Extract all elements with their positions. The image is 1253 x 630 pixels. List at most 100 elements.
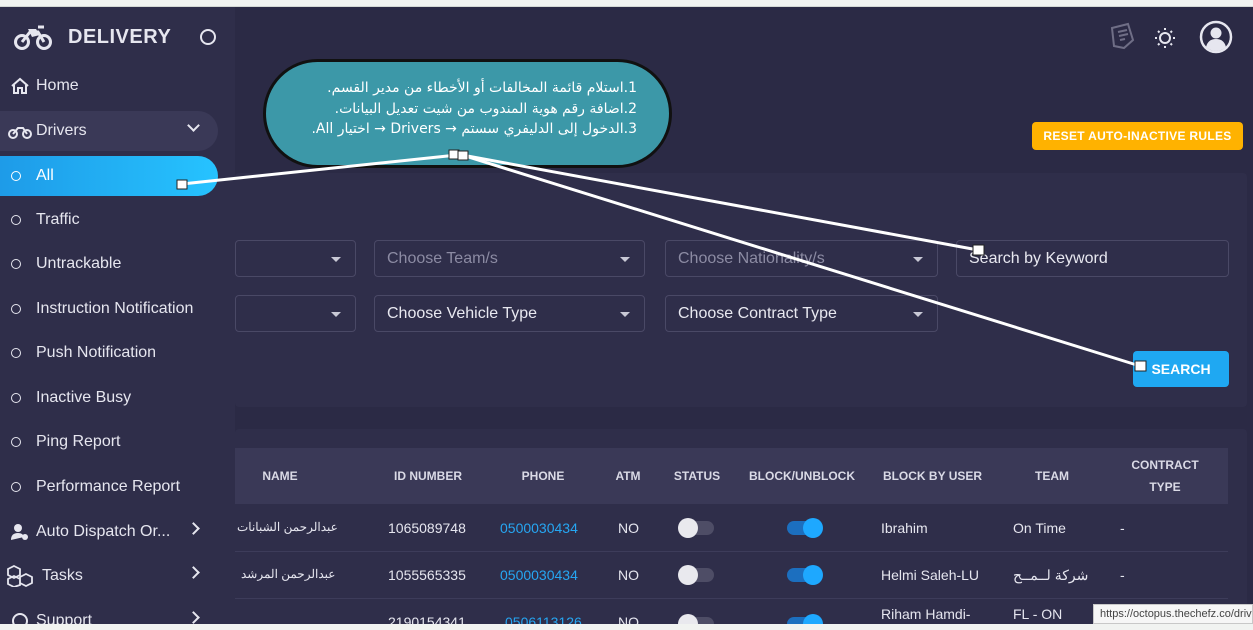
sidebar-subitem-all[interactable]: All — [0, 156, 218, 196]
boxes-icon — [6, 565, 34, 587]
sidebar-subitem-push-notification[interactable]: Push Notification — [0, 333, 218, 373]
column-header-name[interactable]: NAME — [250, 469, 310, 483]
driver-atm: NO — [618, 567, 639, 583]
chevron-down-icon — [187, 119, 200, 132]
sidebar-subitem-traffic[interactable]: Traffic — [0, 200, 218, 240]
nationality-select-placeholder: Choose Nationality/s — [678, 249, 825, 267]
row-divider — [235, 551, 1228, 552]
vehicle-type-select[interactable]: Choose Vehicle Type — [374, 295, 645, 332]
column-header-id-number[interactable]: ID NUMBER — [378, 469, 478, 483]
contract-type-select[interactable]: Choose Contract Type — [665, 295, 938, 332]
column-header-phone[interactable]: PHONE — [503, 469, 583, 483]
sidebar-subitem-inactive-busy[interactable]: Inactive Busy — [0, 378, 218, 418]
driver-phone-link[interactable]: 0500030434 — [500, 520, 578, 536]
block-toggle[interactable] — [787, 518, 823, 538]
filters-panel — [235, 173, 1247, 407]
sidebar-item-label: Home — [36, 77, 79, 94]
nationality-select[interactable]: Choose Nationality/s — [665, 240, 938, 277]
column-header-block-unblock[interactable]: BLOCK/UNBLOCK — [747, 469, 857, 483]
sidebar-item-label: Drivers — [36, 122, 87, 139]
sidebar: DELIVERY Home Drivers All Traffic Untrac… — [0, 7, 235, 624]
driver-id-number: 1055565335 — [388, 567, 466, 583]
driver-team: FL - ON — [1013, 606, 1063, 622]
block-by-user: Helmi Saleh-LU — [881, 567, 980, 583]
sidebar-item-drivers[interactable]: Drivers — [0, 111, 218, 151]
sidebar-collapse-toggle[interactable] — [200, 29, 216, 45]
circle-icon — [11, 259, 21, 269]
sidebar-item-label: Tasks — [42, 567, 83, 584]
status-toggle[interactable] — [678, 565, 714, 585]
driver-name[interactable]: عبدالرحمن المرشد — [241, 567, 335, 581]
sidebar-subitem-label: Untrackable — [36, 255, 122, 272]
sidebar-subitem-performance-report[interactable]: Performance Report — [0, 467, 218, 507]
caret-down-icon — [620, 312, 630, 317]
sidebar-subitem-label: Inactive Busy — [36, 389, 132, 406]
column-header-block-by-user[interactable]: BLOCK BY USER — [880, 469, 985, 483]
sidebar-item-auto-dispatch[interactable]: Auto Dispatch Or... — [0, 512, 218, 552]
annotation-bubble: 1.استلام قائمة المخالفات أو الأخطاء من م… — [263, 59, 672, 168]
search-button[interactable]: SEARCH — [1133, 351, 1229, 387]
sidebar-subitem-label: All — [36, 167, 54, 184]
column-header-status[interactable]: STATUS — [667, 469, 727, 483]
user-avatar-icon[interactable] — [1199, 20, 1233, 59]
brightness-icon[interactable] — [1154, 27, 1176, 54]
annotation-text: 1.استلام قائمة المخالفات أو الأخطاء من م… — [311, 78, 637, 140]
user-dispatch-icon — [6, 523, 34, 541]
chevron-right-icon — [187, 566, 200, 579]
sidebar-subitem-label: Instruction Notification — [36, 300, 194, 317]
vehicle-type-placeholder: Choose Vehicle Type — [387, 304, 538, 322]
driver-name[interactable]: عبدالرحمن الشبانات — [237, 520, 338, 534]
notes-icon[interactable] — [1106, 20, 1138, 57]
sidebar-subitem-ping-report[interactable]: Ping Report — [0, 422, 218, 462]
reset-auto-inactive-rules-button[interactable]: RESET AUTO-INACTIVE RULES — [1032, 122, 1243, 150]
caret-down-icon — [331, 257, 341, 262]
column-header-atm[interactable]: ATM — [608, 469, 648, 483]
block-by-user: Riham Hamdi- — [881, 606, 971, 622]
filter-select-2[interactable] — [235, 295, 356, 332]
caret-down-icon — [913, 257, 923, 262]
caret-down-icon — [620, 257, 630, 262]
sidebar-subitem-label: Traffic — [36, 211, 80, 228]
brand[interactable]: DELIVERY — [14, 23, 216, 51]
sidebar-item-home[interactable]: Home — [0, 66, 218, 106]
caret-down-icon — [331, 312, 341, 317]
chevron-right-icon — [187, 522, 200, 535]
home-icon — [6, 77, 34, 95]
driver-id-number: 1065089748 — [388, 520, 466, 536]
caret-down-icon — [913, 312, 923, 317]
circle-icon — [11, 348, 21, 358]
block-toggle[interactable] — [787, 565, 823, 585]
browser-top-edge — [0, 0, 1253, 7]
driver-phone-link[interactable]: 0500030434 — [500, 567, 578, 583]
driver-team: شركة لــمــح — [1013, 567, 1089, 583]
driver-team: On Time — [1013, 520, 1066, 536]
keyword-search-input[interactable]: Search by Keyword — [956, 240, 1229, 277]
circle-icon — [11, 304, 21, 314]
sidebar-item-label: Support — [36, 612, 93, 624]
column-header-team[interactable]: TEAM — [1022, 469, 1082, 483]
status-bar-url: https://octopus.thechefz.co/drivers — [1093, 604, 1253, 624]
sidebar-subitem-label: Performance Report — [36, 478, 181, 495]
annotation-line: 3.الدخول إلى الدليفري سستم → Drivers → ا… — [311, 121, 637, 137]
team-select[interactable]: Choose Team/s — [374, 240, 645, 277]
brand-title: DELIVERY — [68, 25, 172, 48]
status-toggle[interactable] — [678, 518, 714, 538]
sidebar-item-support[interactable]: Support — [0, 601, 218, 624]
circle-icon — [11, 437, 21, 447]
sidebar-subitem-label: Ping Report — [36, 433, 121, 450]
sidebar-subitem-instruction-notification[interactable]: Instruction Notification — [0, 289, 218, 329]
contract-type-placeholder: Choose Contract Type — [678, 304, 837, 322]
annotation-line: 1.استلام قائمة المخالفات أو الأخطاء من م… — [327, 80, 637, 96]
keyword-search-placeholder: Search by Keyword — [969, 249, 1108, 267]
chevron-right-icon — [187, 611, 200, 624]
row-divider — [235, 598, 1228, 599]
sidebar-item-tasks[interactable]: Tasks — [0, 556, 218, 596]
team-select-placeholder: Choose Team/s — [387, 249, 498, 267]
filter-select-1[interactable] — [235, 240, 356, 277]
sidebar-subitem-untrackable[interactable]: Untrackable — [0, 244, 218, 284]
circle-icon — [11, 215, 21, 225]
column-header-contract[interactable]: CONTRACT — [1130, 458, 1200, 472]
sidebar-subitem-label: Push Notification — [36, 344, 157, 361]
driver-contract-type: - — [1120, 567, 1125, 583]
browser-bottom-edge — [0, 624, 1253, 630]
